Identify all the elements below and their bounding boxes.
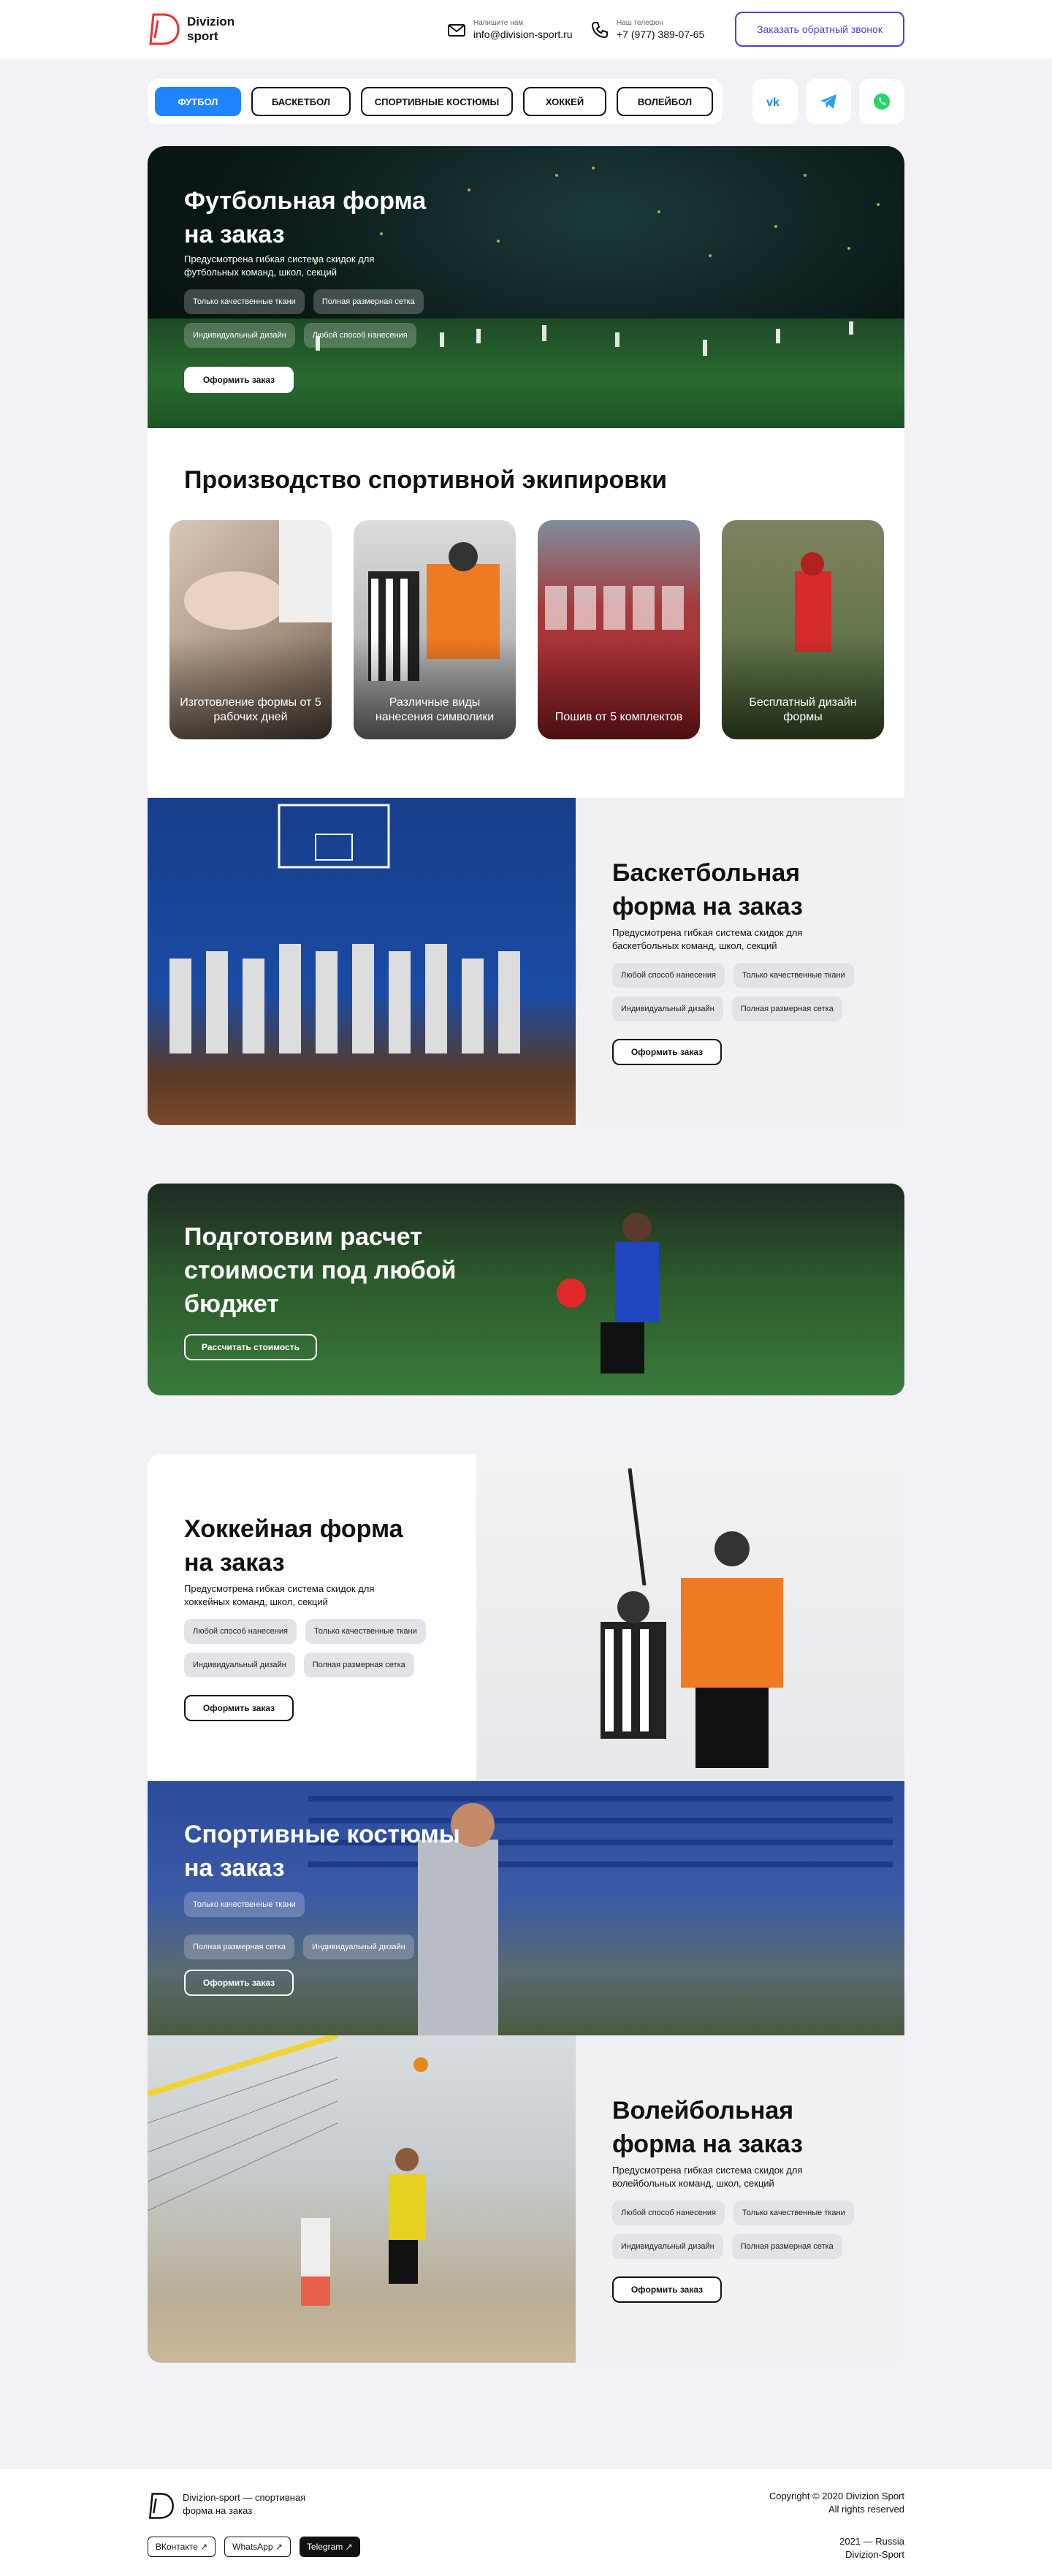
vk-icon: vk [766,96,780,108]
chip: Только качественные ткани [733,963,854,988]
logo-d-icon [149,13,180,45]
hockey-players-image [476,1454,904,1781]
volleyball-chips: Любой способ нанесения Только качественн… [612,2200,875,2259]
phone-value[interactable]: +7 (977) 389-07-65 [617,28,704,41]
tab-sport-suits[interactable]: СПОРТИВНЫЕ КОСТЮМЫ [361,87,513,116]
football-title: Футбольная форма на заказ [184,187,427,248]
site-header: Divizion sport Напишите нам info@divisio… [0,0,1052,58]
vk-button[interactable]: vk [752,79,798,124]
logo-line2: sport [187,29,218,43]
email-value[interactable]: info@division-sport.ru [473,28,573,41]
card-caption: Бесплатный дизайн формы [749,696,857,723]
chip: Полная размерная сетка [184,1935,295,1959]
email-contact[interactable]: Напишите нам info@division-sport.ru [447,19,573,41]
footer-vk-link[interactable]: ВКонтакте ↗ [148,2537,216,2557]
chip: Только качественные ткани [305,1619,426,1644]
mail-icon [448,24,465,37]
volleyball-section: Волейбольная форма на заказ Предусмотрен… [148,2035,904,2363]
phone-label: Наш телефон [617,19,663,27]
hockey-subtitle: Предусмотрена гибкая система скидок для … [184,1583,375,1607]
hockey-order-button[interactable]: Оформить заказ [184,1695,294,1721]
footer-brand-line: Divizion-Sport [845,2549,904,2560]
chip: Полная размерная сетка [731,997,842,1021]
basketball-order-button[interactable]: Оформить заказ [612,1039,722,1065]
chip: Индивидуальный дизайн [612,997,723,1021]
chip: Любой способ нанесения [612,963,725,988]
production-section: Производство спортивной экипировки Изгот… [148,428,904,798]
svg-text:vk: vk [766,96,780,108]
footer-logo-icon [148,2493,174,2519]
production-card: Различные виды нанесения символики [354,520,516,739]
telegram-icon [820,94,836,109]
chip: Индивидуальный дизайн [184,1653,295,1677]
footer-tagline: Divizion-sport — спортивная форма на зак… [183,2492,306,2516]
footer-telegram-link[interactable]: Telegram ↗ [299,2537,360,2557]
volleyball-subtitle: Предусмотрена гибкая система скидок для … [612,2165,803,2189]
chip: Любой способ нанесения [612,2200,725,2225]
calc-button[interactable]: Рассчитать стоимость [184,1334,317,1360]
footer-year-line: 2021 — Russia [839,2536,904,2547]
chip: Полная размерная сетка [731,2234,842,2259]
phone-icon [591,22,608,39]
volleyball-order-button[interactable]: Оформить заказ [612,2276,722,2303]
basketball-title: Баскетбольная форма на заказ [612,859,803,921]
logo[interactable]: Divizion sport [148,10,235,48]
callback-button[interactable]: Заказать обратный звонок [735,12,904,47]
hockey-section: Хоккейная форма на заказ Предусмотрена г… [148,1454,904,1781]
telegram-button[interactable] [806,79,851,124]
basketball-chips: Любой способ нанесения Только качественн… [612,963,875,1021]
production-card: Бесплатный дизайн формы [722,520,884,739]
footer-links: ВКонтакте ↗ WhatsApp ↗ Telegram ↗ [148,2537,360,2557]
production-card: Пошив от 5 комплектов [538,520,700,739]
card-caption: Пошив от 5 комплектов [554,711,683,723]
suits-section: Спортивные костюмы на заказ Только качес… [148,1781,904,2035]
footer-whatsapp-link[interactable]: WhatsApp ↗ [224,2537,291,2557]
sport-tabs: ФУТБОЛ БАСКЕТБОЛ СПОРТИВНЫЕ КОСТЮМЫ ХОКК… [148,79,723,124]
card-caption: Различные виды нанесения символики [375,696,495,723]
email-label: Напишите нам [473,19,524,27]
footer-year: 2021 — Russia Divizion-Sport [839,2535,904,2561]
football-subtitle: Предусмотрена гибкая система скидок для … [184,254,375,278]
footer-copyright: Copyright © 2020 Divizion Sport All righ… [769,2490,904,2516]
tab-basketball[interactable]: БАСКЕТБОЛ [251,87,351,116]
chip: Полная размерная сетка [303,1653,414,1677]
hockey-title: Хоккейная форма на заказ [184,1515,403,1577]
suits-chips: Только качественные ткани Полная размерн… [184,1892,462,1959]
calc-title: Подготовим расчет стоимости под любой бю… [184,1223,457,1318]
card-caption: Изготовление формы от 5 рабочих дней [180,696,321,723]
whatsapp-button[interactable] [859,79,904,124]
football-chips: Только качественные ткани Полная размерн… [184,289,462,348]
tab-football[interactable]: ФУТБОЛ [155,87,241,116]
volleyball-players-image [148,2035,576,2363]
copyright-line2: All rights reserved [828,2504,904,2515]
site-footer: Divizion-sport — спортивная форма на зак… [0,2469,1052,2576]
suits-order-button[interactable]: Оформить заказ [184,1970,294,1996]
copyright-line1: Copyright © 2020 Divizion Sport [769,2491,904,2501]
basketball-section: Баскетбольная форма на заказ Предусмотре… [148,798,904,1125]
chip: Только качественные ткани [184,1892,305,1917]
production-card: Изготовление формы от 5 рабочих дней [169,520,332,739]
production-title: Производство спортивной экипировки [184,466,668,494]
hockey-chips: Любой способ нанесения Только качественн… [184,1619,462,1677]
tab-volleyball[interactable]: ВОЛЕЙБОЛ [617,87,713,116]
volleyball-title: Волейбольная форма на заказ [612,2097,803,2158]
chip: Полная размерная сетка [313,289,424,314]
phone-contact[interactable]: Наш телефон +7 (977) 389-07-65 [590,19,704,41]
chip: Только качественные ткани [184,289,305,314]
chip: Индивидуальный дизайн [184,323,295,348]
chip: Только качественные ткани [733,2200,854,2225]
football-order-button[interactable]: Оформить заказ [184,367,294,393]
basketball-team-image [148,798,576,1125]
tab-hockey[interactable]: ХОККЕЙ [523,87,606,116]
chip: Любой способ нанесения [184,1619,297,1644]
calc-section: Подготовим расчет стоимости под любой бю… [148,1184,904,1395]
whatsapp-icon [874,94,890,110]
chip: Любой способ нанесения [303,323,416,348]
football-hero: Футбольная форма на заказ Предусмотрена … [148,146,904,428]
basketball-subtitle: Предусмотрена гибкая система скидок для … [612,927,803,951]
suits-title: Спортивные костюмы на заказ [184,1821,460,1882]
chip: Индивидуальный дизайн [612,2234,723,2259]
logo-line1: Divizion [187,15,235,28]
chip: Индивидуальный дизайн [303,1935,414,1959]
